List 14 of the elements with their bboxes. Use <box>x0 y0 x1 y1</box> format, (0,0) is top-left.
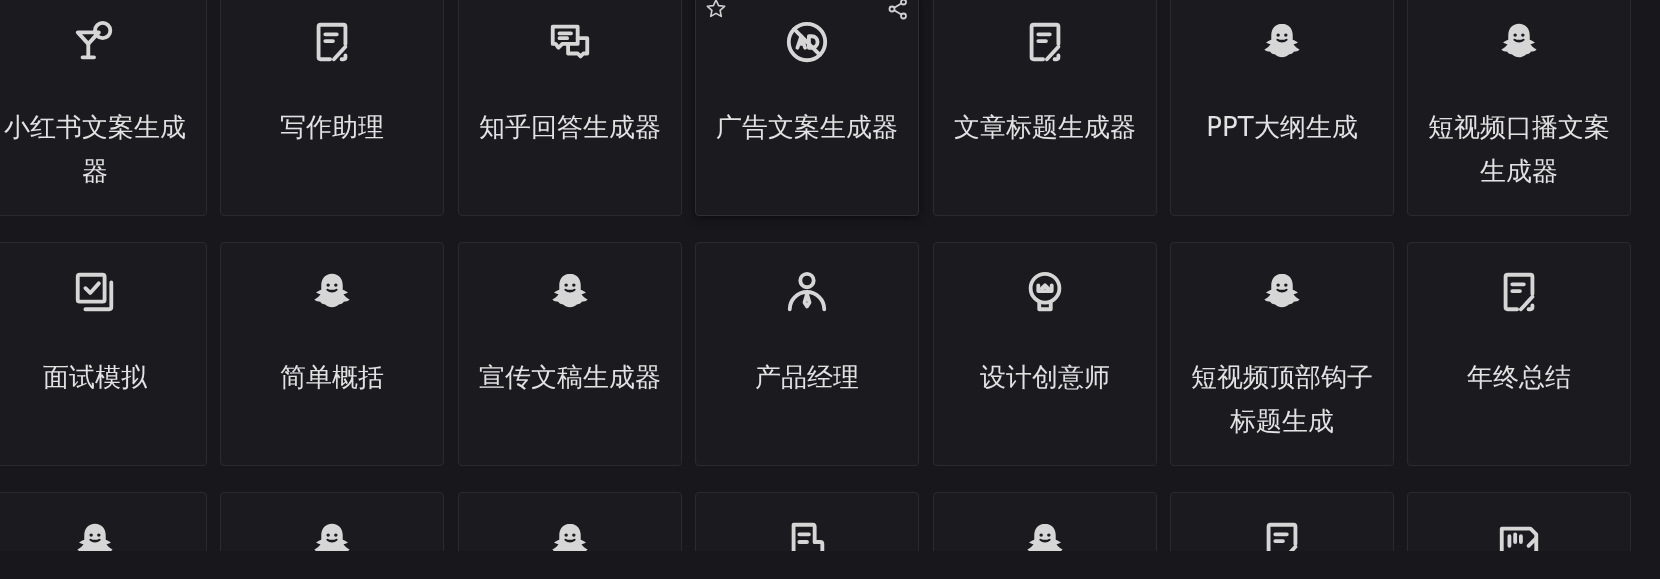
tool-card[interactable]: 短视频顶部钩子标题生成 <box>1169 242 1394 466</box>
tool-card[interactable]: 年终总结 <box>1407 242 1632 466</box>
tool-card[interactable]: 小红书文案生成器 <box>0 0 207 216</box>
tool-card[interactable]: 面试模拟 <box>0 242 207 466</box>
tool-card[interactable]: 写作助理 <box>220 0 445 216</box>
tool-card[interactable]: 简单概括 <box>220 242 445 466</box>
tool-card[interactable]: PPT大纲生成 <box>1169 0 1394 216</box>
tool-card[interactable]: 知乎回答生成器 <box>457 0 682 216</box>
tool-card[interactable]: 广告文案生成器 <box>695 0 920 216</box>
tool-card[interactable]: 宣传文稿生成器 <box>457 242 682 466</box>
tool-card[interactable]: 设计创意师 <box>932 242 1157 466</box>
tool-card[interactable]: 文章标题生成器 <box>932 0 1157 216</box>
tool-card[interactable]: 产品经理 <box>695 242 920 466</box>
tool-card[interactable]: 短视频口播文案生成器 <box>1407 0 1632 216</box>
